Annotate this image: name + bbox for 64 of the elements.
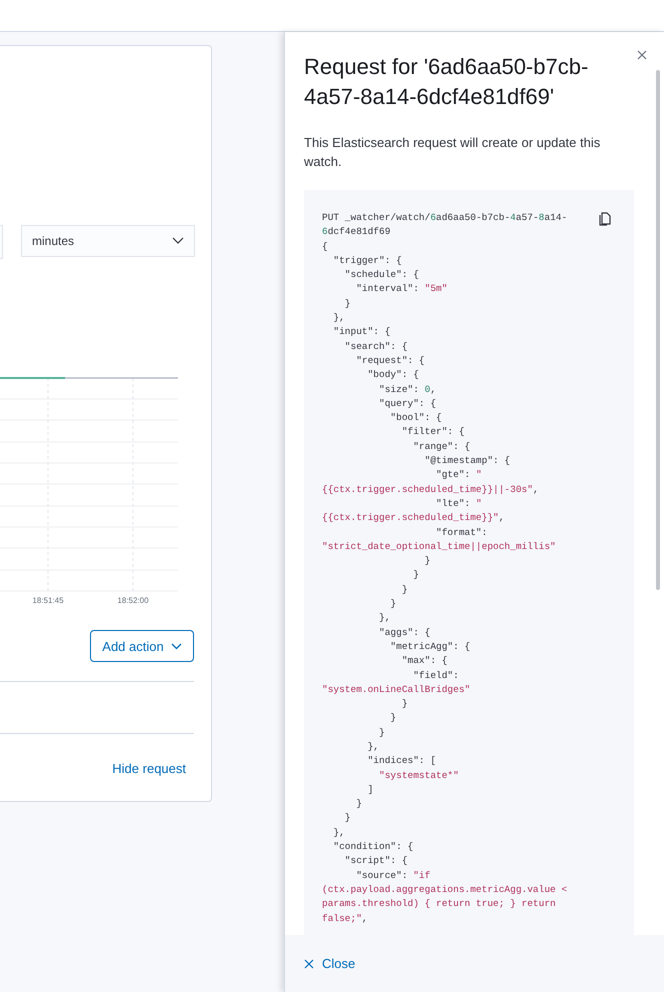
- code-line: "range": {: [412, 440, 470, 454]
- code-line: }: [389, 711, 396, 726]
- code-line: "indices": [: [366, 754, 436, 768]
- close-icon: [304, 958, 314, 968]
- code-line: 6dcf4e81df69: [322, 225, 390, 240]
- code-line: ]: [366, 782, 374, 797]
- code-line: {: [322, 240, 328, 254]
- code-line: "interval": "5m": [355, 282, 448, 296]
- code-line: "search": {: [344, 340, 408, 354]
- code-line: }: [355, 797, 362, 812]
- code-line: "size": 0,: [378, 382, 436, 397]
- code-line: }: [389, 597, 396, 612]
- close-icon[interactable]: [637, 50, 647, 60]
- code-line: {{ctx.trigger.scheduled_time}}",: [322, 511, 504, 526]
- code-line: "max": {: [400, 654, 448, 668]
- code-line: "lte": ": [435, 496, 482, 511]
- flyout-description: This Elasticsearch request will create or update this watch.: [304, 134, 602, 171]
- axis-tick-label: 18:52:00: [116, 596, 150, 605]
- code-line: }: [344, 811, 351, 826]
- code-line: },: [366, 740, 380, 754]
- code-line: "@timestamp": {: [424, 454, 510, 468]
- code-line: }: [344, 296, 351, 311]
- code-line: "trigger": {: [332, 254, 402, 268]
- unit-select[interactable]: minutes: [21, 225, 195, 257]
- flyout-title: Request for '6ad6aa50-b7cb-4a57-8a14-6dcf4e81df69': [304, 53, 590, 111]
- axis-tick-label: 18:51:45: [31, 596, 65, 605]
- code-line: (ctx.payload.aggregations.metricAgg.value <: [322, 882, 568, 897]
- code-line: "aggs": {: [378, 626, 430, 640]
- code-line: }: [400, 697, 408, 712]
- code-line: "schedule": {: [344, 268, 419, 282]
- code-line: PUT _watcher/watch/6ad6aa50-b7cb-4a57-8a14-: [322, 211, 568, 225]
- code-line: },: [332, 311, 345, 326]
- scrollbar[interactable]: [656, 70, 660, 590]
- code-line: }: [400, 582, 408, 597]
- close-button[interactable]: Close: [304, 956, 356, 971]
- code-line: false;",: [322, 912, 368, 926]
- code-line: "strict_date_optional_time||epoch_millis": [322, 540, 556, 554]
- code-line: params.threshold) { return true; } return: [322, 897, 556, 912]
- code-line: }: [412, 568, 419, 582]
- code-line: "gte": ": [435, 468, 482, 482]
- code-line: "script": {: [344, 854, 408, 868]
- code-line: "system.onLineCallBridges": [322, 682, 470, 697]
- code-line: }: [378, 726, 385, 740]
- hide-request-link[interactable]: Hide request: [112, 761, 186, 776]
- chevron-down-icon: [170, 642, 182, 650]
- code-line: "source": "if: [355, 868, 430, 883]
- code-line: "bool": {: [389, 411, 442, 426]
- code-line: "input": {: [332, 325, 390, 340]
- code-line: "filter": {: [400, 425, 465, 440]
- code-line: "body": {: [366, 368, 419, 382]
- code-line: "condition": {: [332, 840, 414, 854]
- chevron-down-icon: [172, 237, 184, 245]
- code-line: {{ctx.trigger.scheduled_time}}||-30s",: [322, 482, 539, 497]
- code-line: "metricAgg": {: [389, 640, 470, 654]
- code-line: },: [378, 611, 390, 626]
- code-line: "query": {: [378, 396, 436, 411]
- add-action-button[interactable]: Add action: [90, 630, 194, 662]
- code-line: }: [424, 554, 430, 568]
- code-line: },: [332, 826, 345, 840]
- code-line: "systemstate*": [378, 768, 459, 783]
- code-line: "format":: [435, 526, 488, 540]
- copy-icon[interactable]: [599, 212, 611, 226]
- code-line: "request": {: [355, 354, 425, 368]
- code-line: "field":: [412, 668, 459, 682]
